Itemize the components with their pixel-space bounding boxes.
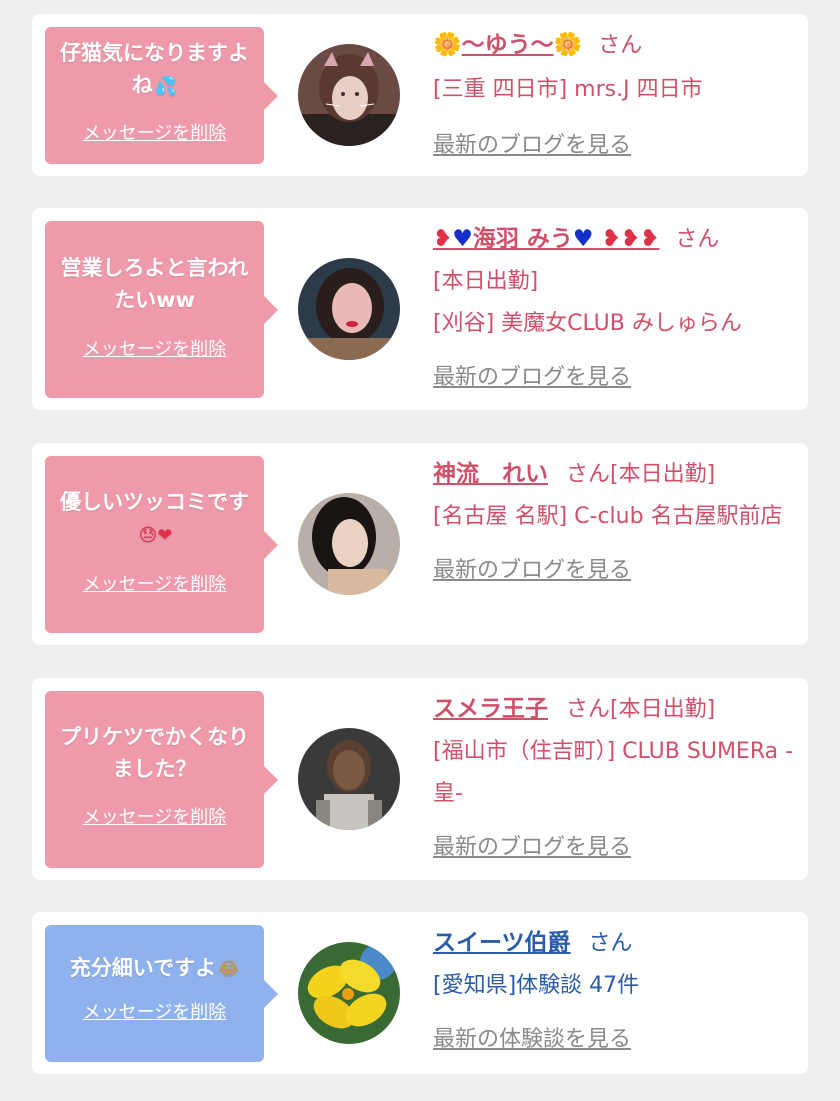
message-bubble: 充分細いですよ 😂 メッセージを削除 <box>45 925 278 1062</box>
avatar[interactable] <box>298 942 400 1044</box>
user-name-link[interactable]: 神流 れい <box>433 461 548 487</box>
heart-arrow-icon: ❥ <box>433 226 453 252</box>
latest-blog-link[interactable]: 最新のブログを見る <box>433 827 803 869</box>
message-bubble: 営業しろよと言われたいww メッセージを削除 <box>45 221 278 398</box>
user-info: ❥♥海羽 みう♥ ❥❥❥ さん [本日出勤] [刈谷] 美魔女CLUB みしゅらん… <box>433 218 803 399</box>
flower-icon: 🌼 <box>553 32 583 58</box>
honorific-label: さん <box>598 33 643 58</box>
laughing-face-icon: 😂 <box>218 959 240 980</box>
latest-review-link[interactable]: 最新の体験談を見る <box>433 1019 803 1061</box>
avatar[interactable] <box>298 728 400 830</box>
avatar[interactable] <box>298 258 400 360</box>
delete-message-link[interactable]: メッセージを削除 <box>45 570 264 596</box>
shop-detail: [福山市（住吉町）] CLUB SUMERa -皇- <box>433 739 794 806</box>
message-bubble: プリケツでかくなりました？ メッセージを削除 <box>45 691 278 868</box>
work-status: [本日出勤] <box>610 697 716 722</box>
work-status: [本日出勤] <box>610 462 716 487</box>
message-card: 優しいツッコミです😓❤ メッセージを削除 神流 れい さん[本日出勤] [名古屋 … <box>32 443 808 645</box>
delete-message-link[interactable]: メッセージを削除 <box>45 998 264 1024</box>
message-text: 充分細いですよ 😂 <box>69 956 240 980</box>
message-text: 優しいツッコミです😓❤ <box>60 490 249 546</box>
message-card: 充分細いですよ 😂 メッセージを削除 スイーツ伯爵 さん [愛知県]体験談 47件 … <box>32 912 808 1074</box>
message-card: プリケツでかくなりました？ メッセージを削除 スメラ王子 さん[本日出勤] [福山… <box>32 678 808 880</box>
honorific-label: さん <box>588 931 633 956</box>
honorific-label: さん <box>566 462 611 487</box>
name-line: 🌼〜ゆう〜🌼 さん <box>433 24 803 67</box>
honorific-label: さん <box>566 697 611 722</box>
work-status: [本日出勤] <box>433 269 539 294</box>
message-text: 仔猫気になりますよね 💦 <box>60 41 249 97</box>
avatar[interactable] <box>298 44 400 146</box>
user-name-link[interactable]: ❥♥海羽 みう♥ ❥❥❥ <box>433 226 659 252</box>
latest-blog-link[interactable]: 最新のブログを見る <box>433 125 803 167</box>
user-name-link[interactable]: 🌼〜ゆう〜🌼 <box>433 32 582 58</box>
message-card: 仔猫気になりますよね 💦 メッセージを削除 🌼〜ゆう〜🌼 さん [三重 四日市] m… <box>32 14 808 176</box>
honorific-label: さん <box>675 227 720 252</box>
avatar[interactable] <box>298 493 400 595</box>
message-text: プリケツでかくなりました？ <box>60 725 249 781</box>
message-bubble: 優しいツッコミです😓❤ メッセージを削除 <box>45 456 278 633</box>
message-text: 営業しろよと言われたいww <box>60 256 249 312</box>
user-name-link[interactable]: スメラ王子 <box>433 696 548 722</box>
user-info: スメラ王子 さん[本日出勤] [福山市（住吉町）] CLUB SUMERa -皇-… <box>433 688 803 869</box>
name-line: スイーツ伯爵 さん <box>433 922 803 965</box>
review-count: [愛知県]体験談 47件 <box>433 973 640 998</box>
shop-detail: [三重 四日市] mrs.J 四日市 <box>433 77 703 102</box>
latest-blog-link[interactable]: 最新のブログを見る <box>433 550 803 592</box>
delete-message-link[interactable]: メッセージを削除 <box>45 335 264 361</box>
blue-heart-icon: ♥ <box>452 226 473 252</box>
user-info: 神流 れい さん[本日出勤] [名古屋 名駅] C-club 名古屋駅前店 最新の… <box>433 453 803 592</box>
user-info: 🌼〜ゆう〜🌼 さん [三重 四日市] mrs.J 四日市 最新のブログを見る <box>433 24 803 167</box>
name-line: スメラ王子 さん[本日出勤] <box>433 688 803 731</box>
name-line: ❥♥海羽 みう♥ ❥❥❥ さん <box>433 218 803 261</box>
sweat-emoji-icon: 💦 <box>154 76 178 97</box>
flower-icon: 🌼 <box>433 32 462 58</box>
worried-face-heart-icon: 😓❤ <box>138 525 173 546</box>
blue-heart-icon: ♥ <box>572 226 594 252</box>
delete-message-link[interactable]: メッセージを削除 <box>45 803 264 829</box>
delete-message-link[interactable]: メッセージを削除 <box>45 119 264 145</box>
message-card: 営業しろよと言われたいww メッセージを削除 ❥♥海羽 みう♥ ❥❥❥ さん [本… <box>32 208 808 410</box>
user-name-link[interactable]: スイーツ伯爵 <box>433 930 571 956</box>
user-info: スイーツ伯爵 さん [愛知県]体験談 47件 最新の体験談を見る <box>433 922 803 1061</box>
message-bubble: 仔猫気になりますよね 💦 メッセージを削除 <box>45 27 278 164</box>
shop-detail: [名古屋 名駅] C-club 名古屋駅前店 <box>433 504 783 529</box>
heart-arrow-icon: ❥❥❥ <box>601 226 660 252</box>
shop-detail: [刈谷] 美魔女CLUB みしゅらん <box>433 311 742 336</box>
latest-blog-link[interactable]: 最新のブログを見る <box>433 357 803 399</box>
name-line: 神流 れい さん[本日出勤] <box>433 453 803 496</box>
